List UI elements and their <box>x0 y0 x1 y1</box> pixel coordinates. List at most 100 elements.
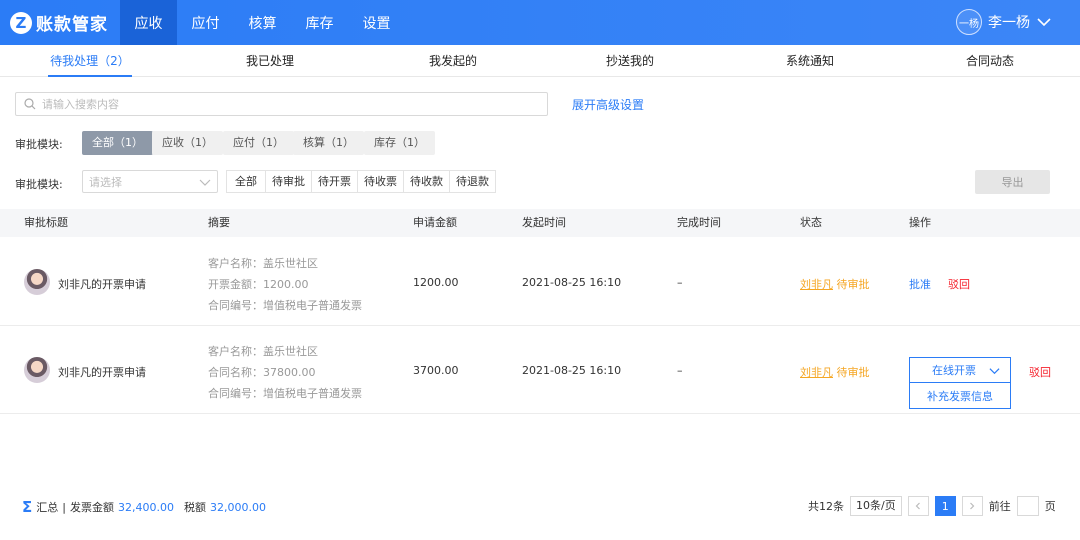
table-row: 刘非凡的开票申请 客户名称：盖乐世社区 开票金额：1200.00 合同编号：增值… <box>0 238 1080 326</box>
row-title[interactable]: 刘非凡的开票申请 <box>58 364 146 380</box>
applicant-link[interactable]: 刘非凡 <box>800 278 833 291</box>
footer-summary: Σ 汇总 | 发票金额 32,400.00 税额 32,000.00 <box>22 498 266 516</box>
goto-label: 前往 <box>988 500 1011 513</box>
divider: | <box>62 500 66 514</box>
row-status: 刘非凡 待审批 <box>800 276 870 292</box>
col-summary: 摘要 <box>208 216 230 229</box>
row-status: 刘非凡 待审批 <box>800 364 870 380</box>
module-pill-all[interactable]: 全部（1） <box>82 131 153 155</box>
applicant-link[interactable]: 刘非凡 <box>800 366 833 379</box>
online-invoice-dropdown[interactable]: 在线开票 <box>909 357 1011 383</box>
summary-line: 客户名称：盖乐世社区 <box>208 257 318 270</box>
main-nav: 应收 应付 核算 库存 设置 <box>120 0 405 45</box>
status-pending-invoice[interactable]: 待开票 <box>311 171 357 192</box>
summary-line: 合同名称：37800.00 <box>208 366 316 379</box>
invoice-amount-value: 32,400.00 <box>117 500 174 514</box>
col-amount: 申请金额 <box>413 216 457 229</box>
reject-button[interactable]: 驳回 <box>1029 364 1051 380</box>
row-start-time: 2021-08-25 16:10 <box>522 276 622 289</box>
tab-initiated[interactable]: 我发起的 <box>413 45 493 77</box>
page-size-select[interactable]: 10条/页 <box>850 496 902 516</box>
summary-line: 开票金额：1200.00 <box>208 278 309 291</box>
col-start-time: 发起时间 <box>522 216 566 229</box>
avatar <box>24 357 50 383</box>
nav-payable[interactable]: 应付 <box>177 0 234 45</box>
status-badge: 待审批 <box>836 366 870 379</box>
tab-cc-me[interactable]: 抄送我的 <box>590 45 670 77</box>
select-placeholder: 请选择 <box>89 175 122 189</box>
status-pending-refund[interactable]: 待退款 <box>449 171 495 192</box>
row-title[interactable]: 刘非凡的开票申请 <box>58 276 146 292</box>
row-amount: 1200.00 <box>413 276 459 289</box>
col-actions: 操作 <box>909 216 931 229</box>
tab-pending[interactable]: 待我处理（2） <box>48 45 132 77</box>
advanced-settings-link[interactable]: 展开高级设置 <box>572 96 644 113</box>
next-page-button[interactable] <box>961 496 983 516</box>
module-filter-label: 审批模块: <box>15 138 63 151</box>
goto-page-input[interactable] <box>1016 496 1039 516</box>
sigma-icon: Σ <box>22 498 33 516</box>
total-count: 共12条 <box>808 500 844 513</box>
nav-accounting[interactable]: 核算 <box>234 0 291 45</box>
col-status: 状态 <box>800 216 822 229</box>
pagination: 共12条 10条/页 1 前往 页 <box>808 495 1056 517</box>
reject-button[interactable]: 驳回 <box>948 276 970 292</box>
status-badge: 待审批 <box>836 278 870 291</box>
chevron-down-icon <box>199 179 211 186</box>
avatar <box>24 269 50 295</box>
tab-processed[interactable]: 我已处理 <box>230 45 310 77</box>
search-box <box>15 92 548 116</box>
nav-receivable[interactable]: 应收 <box>120 0 177 45</box>
page-unit-label: 页 <box>1044 500 1056 513</box>
table-header: 审批标题 摘要 申请金额 发起时间 完成时间 状态 操作 <box>0 209 1080 237</box>
approval-tabs: 待我处理（2） 我已处理 我发起的 抄送我的 系统通知 合同动态 <box>0 45 1080 77</box>
tax-label: 税额 <box>183 501 206 514</box>
top-nav-bar: Z 账款管家 应收 应付 核算 库存 设置 一杨 李一杨 <box>0 0 1080 45</box>
module-pill-inventory[interactable]: 库存（1） <box>364 131 435 155</box>
module-filter-label-2: 审批模块: <box>15 178 63 191</box>
row-end-time: – <box>677 276 683 289</box>
summary-line: 合同编号：增值税电子普通发票 <box>208 299 362 312</box>
page-current[interactable]: 1 <box>934 496 956 516</box>
search-icon <box>24 98 36 110</box>
chevron-right-icon <box>970 502 975 510</box>
row-start-time: 2021-08-25 16:10 <box>522 364 622 377</box>
nav-inventory[interactable]: 库存 <box>291 0 348 45</box>
approve-button[interactable]: 批准 <box>909 276 931 292</box>
col-end-time: 完成时间 <box>677 216 721 229</box>
module-select[interactable]: 请选择 <box>82 170 218 193</box>
tab-contract-updates[interactable]: 合同动态 <box>950 45 1030 77</box>
summary-line: 客户名称：盖乐世社区 <box>208 345 318 358</box>
status-pending-approval[interactable]: 待审批 <box>265 171 311 192</box>
app-logo[interactable]: Z 账款管家 <box>10 10 108 35</box>
logo-icon: Z <box>10 11 32 34</box>
module-pill-receivable[interactable]: 应收（1） <box>152 131 223 155</box>
chevron-left-icon <box>915 502 921 510</box>
status-pending-collection[interactable]: 待收款 <box>403 171 449 192</box>
chevron-down-icon <box>989 367 1000 374</box>
module-pill-accounting[interactable]: 核算（1） <box>293 131 364 155</box>
search-input[interactable] <box>42 97 547 111</box>
row-amount: 3700.00 <box>413 364 459 377</box>
online-invoice-label: 在线开票 <box>932 364 976 377</box>
user-menu[interactable]: 一杨 李一杨 <box>956 9 1052 35</box>
col-title: 审批标题 <box>24 216 68 229</box>
prev-page-button[interactable] <box>907 496 929 516</box>
avatar: 一杨 <box>956 9 982 35</box>
table-row: 刘非凡的开票申请 客户名称：盖乐世社区 合同名称：37800.00 合同编号：增… <box>0 326 1080 414</box>
status-all[interactable]: 全部 <box>227 171 265 192</box>
summary-line: 合同编号：增值税电子普通发票 <box>208 387 362 400</box>
user-name: 李一杨 <box>988 15 1030 31</box>
status-pending-receipt[interactable]: 待收票 <box>357 171 403 192</box>
nav-settings[interactable]: 设置 <box>348 0 405 45</box>
tax-value: 32,000.00 <box>209 500 266 514</box>
invoice-amount-label: 发票金额 <box>69 501 114 514</box>
export-button[interactable]: 导出 <box>975 170 1050 194</box>
chevron-down-icon <box>1037 18 1051 27</box>
module-pill-payable[interactable]: 应付（1） <box>223 131 294 155</box>
menu-item-supplement-invoice[interactable]: 补充发票信息 <box>909 383 1011 409</box>
app-title: 账款管家 <box>36 15 108 35</box>
tab-system-notice[interactable]: 系统通知 <box>770 45 850 77</box>
status-segmented: 全部 待审批 待开票 待收票 待收款 待退款 <box>226 170 496 193</box>
summary-label: 汇总 <box>36 501 59 514</box>
